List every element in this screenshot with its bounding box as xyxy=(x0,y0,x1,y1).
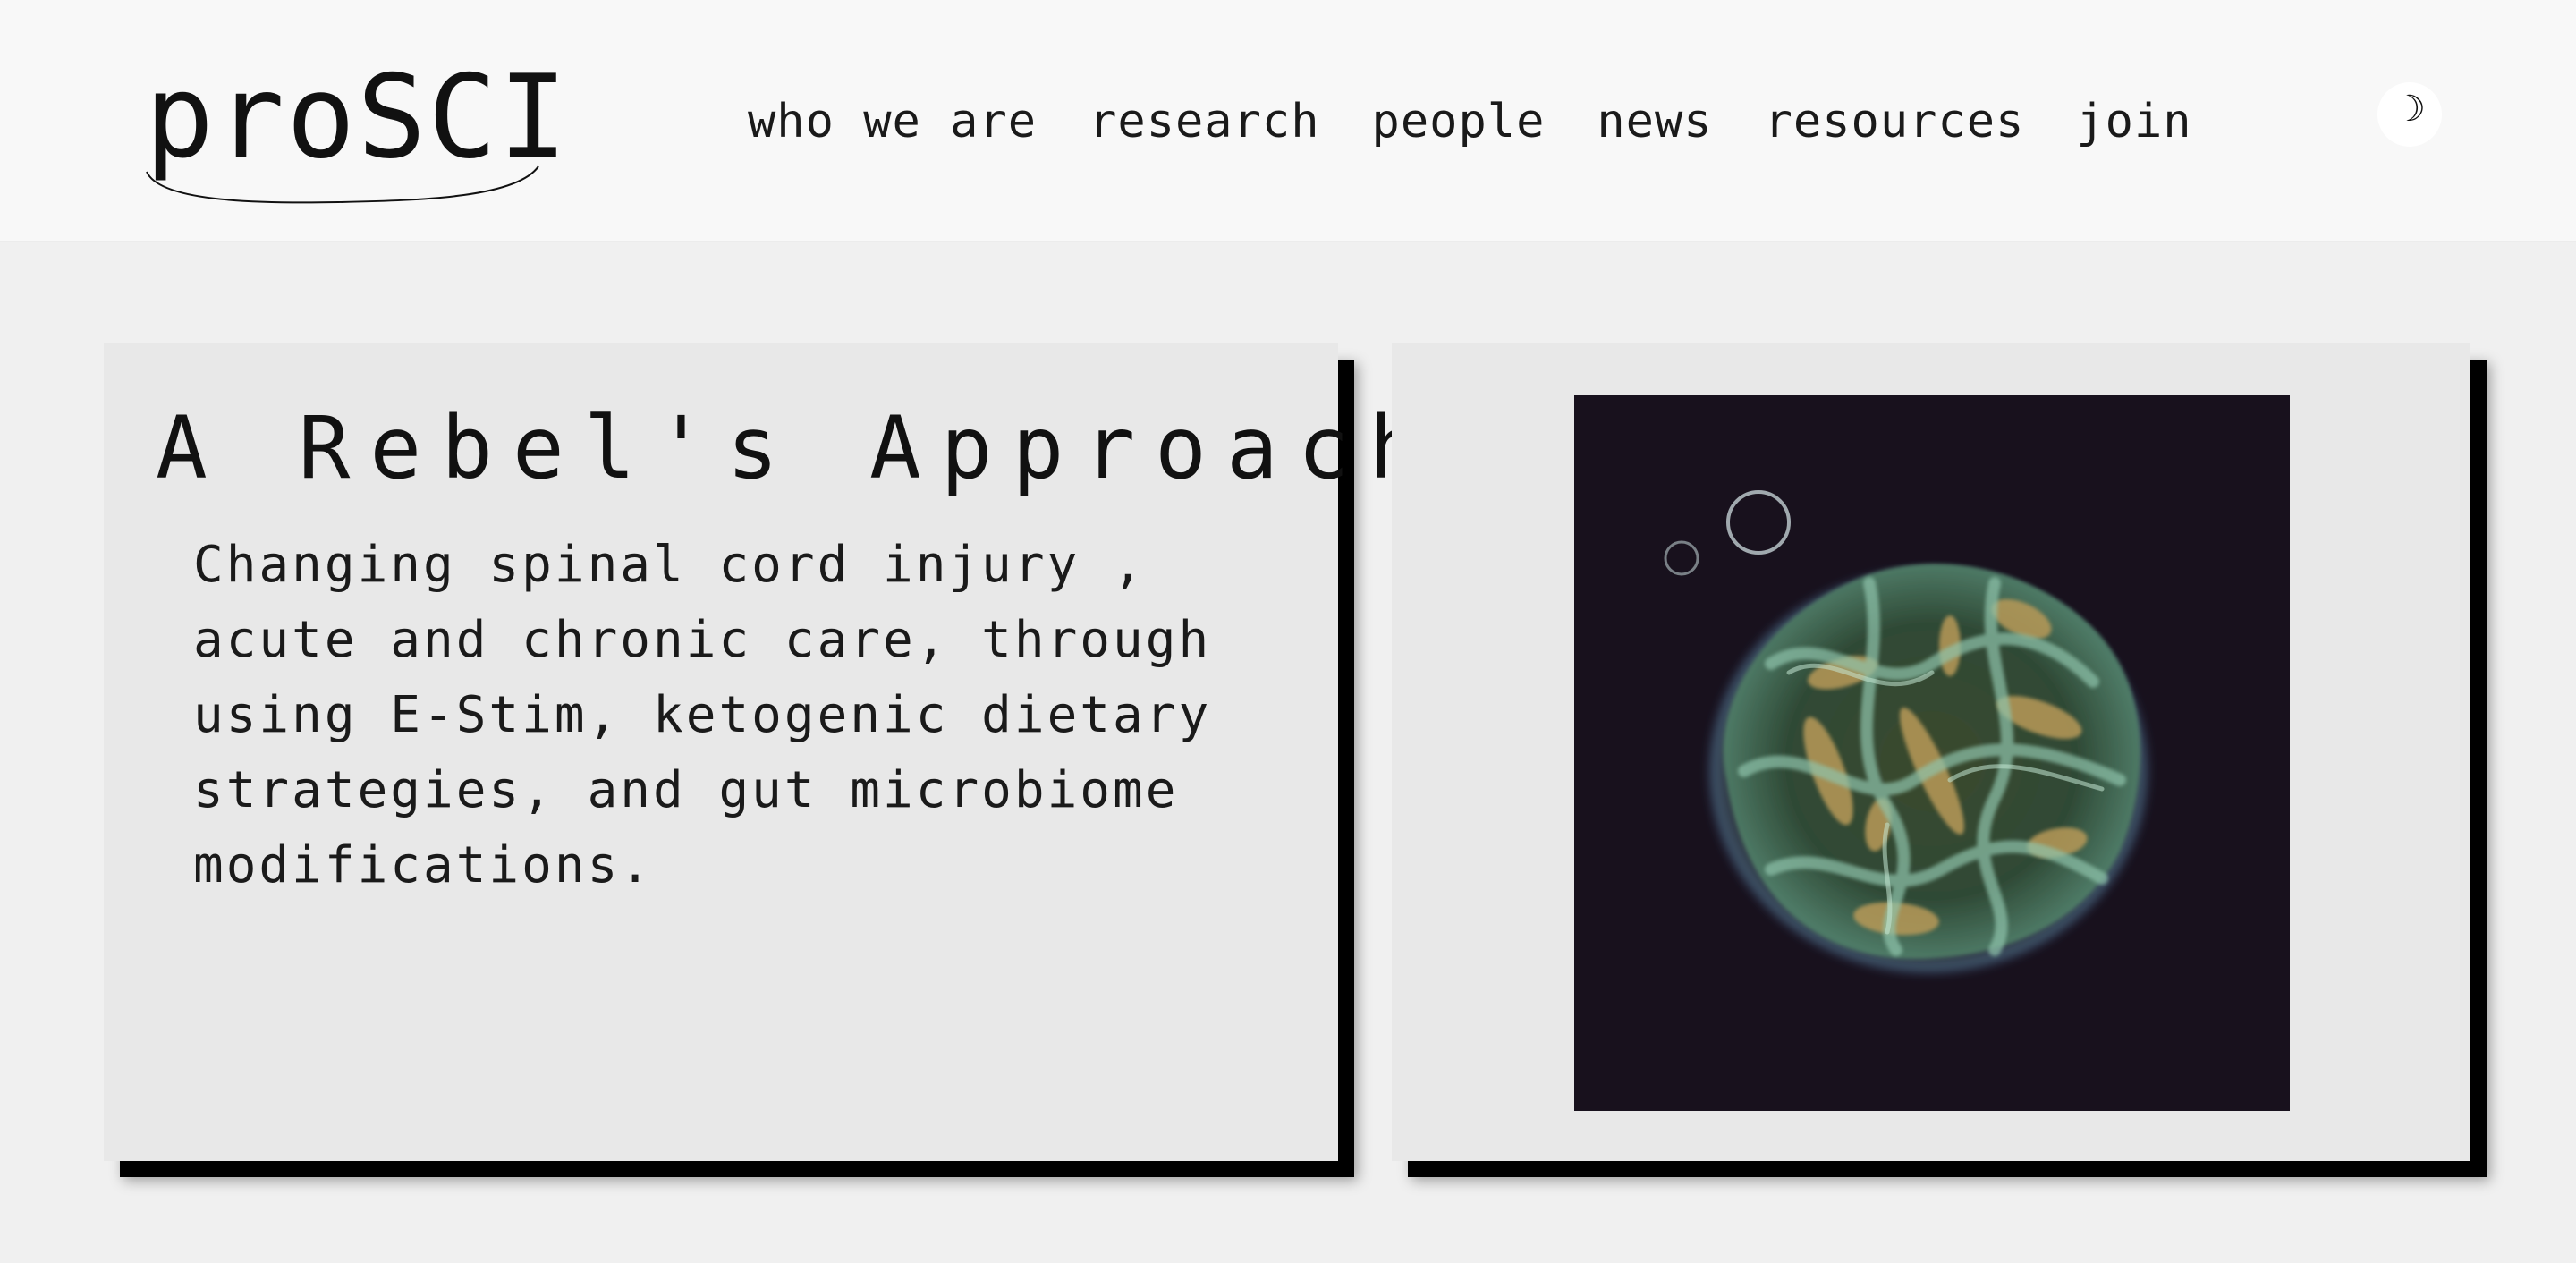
hero-text-card: A Rebel's Approach Changing spinal cord … xyxy=(104,343,1420,1161)
hero-title: A Rebel's Approach xyxy=(156,398,1441,498)
nav-news[interactable]: news xyxy=(1597,95,1712,148)
logo[interactable]: proSCI xyxy=(145,55,567,204)
microbiome-image xyxy=(1574,395,2290,1111)
logo-text: proSCI xyxy=(145,51,570,184)
nav-who-we-are[interactable]: who we are xyxy=(748,95,1037,148)
nav-join[interactable]: join xyxy=(2076,95,2191,148)
main-nav: who we are research people news resource… xyxy=(748,86,2192,157)
logo-swoosh xyxy=(146,165,539,204)
moon-icon: ☽ xyxy=(2394,89,2426,130)
nav-people[interactable]: people xyxy=(1372,95,1546,148)
site-header: proSCI who we are research people news r… xyxy=(0,0,2576,242)
nav-resources[interactable]: resources xyxy=(1765,95,2025,148)
hero-media-card xyxy=(1392,343,2470,1161)
hero-description: Changing spinal cord injury , acute and … xyxy=(193,536,1212,894)
nav-research[interactable]: research xyxy=(1089,95,1319,148)
theme-toggle-button[interactable]: ☽ xyxy=(2377,82,2442,147)
